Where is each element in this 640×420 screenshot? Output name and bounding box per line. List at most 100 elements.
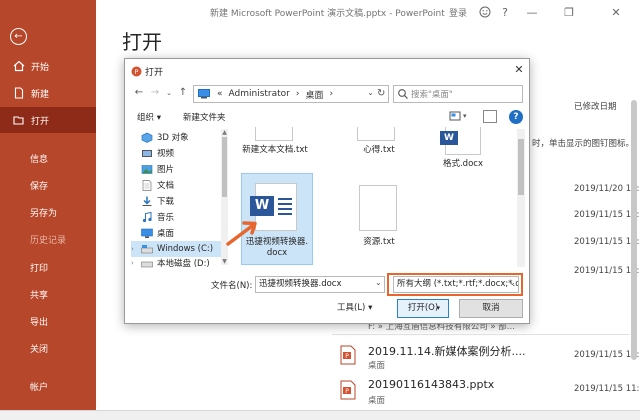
tools-button[interactable]: 工具(L) ▾ — [337, 301, 372, 313]
sidebar-item-history: 历史记录 — [0, 226, 96, 252]
tree-item-downloads[interactable]: 下载 — [131, 193, 225, 209]
tree-item-video[interactable]: 视频 — [131, 145, 225, 161]
3d-objects-icon — [141, 132, 153, 143]
view-options-icon[interactable] — [449, 110, 461, 122]
sidebar-item-account[interactable]: 帐户 — [0, 373, 96, 399]
home-icon — [13, 60, 25, 72]
chevron-down-icon[interactable]: ▾ — [463, 112, 467, 120]
recent-file-location: 桌面 — [368, 361, 386, 371]
pptx-file-icon: P — [340, 345, 356, 365]
tree-item-label: Windows (C:) — [157, 244, 214, 254]
tree-item-pictures[interactable]: 图片 — [131, 161, 225, 177]
file-label-line: docx — [266, 248, 288, 258]
recent-file-item[interactable]: P 2019.11.14.新媒体案例分析.... 桌面 — [340, 343, 630, 377]
scroll-down-icon[interactable]: ▼ — [221, 258, 228, 265]
up-arrow-icon[interactable]: ↑ — [177, 87, 189, 99]
minimize-icon[interactable]: — — [524, 4, 540, 20]
search-input[interactable]: 搜索"桌面" — [393, 85, 523, 103]
cancel-button[interactable]: 取消 — [459, 299, 523, 318]
forward-arrow-icon[interactable]: → — [149, 87, 161, 99]
horizontal-scrollbar[interactable] — [0, 410, 640, 420]
close-window-icon[interactable]: ✕ — [608, 4, 624, 20]
tree-item-label: 下载 — [157, 197, 175, 207]
open-file-dialog: P 打开 ✕ ← → ⌄ ↑ « Administrator › 桌面 › ⌄ … — [124, 58, 530, 324]
tree-item-documents[interactable]: 文档 — [131, 177, 225, 193]
login-link[interactable]: 登录 — [449, 6, 467, 19]
window-title: 新建 Microsoft PowerPoint 演示文稿.pptx - Powe… — [210, 9, 445, 19]
scroll-up-icon[interactable]: ▲ — [221, 129, 228, 136]
dialog-title: 打开 — [145, 68, 164, 78]
recent-locations-icon[interactable]: ⌄ — [163, 87, 175, 99]
tree-item-3d-objects[interactable]: 3D 对象 — [131, 129, 225, 145]
breadcrumb-sep[interactable]: › — [330, 89, 334, 99]
chevron-down-icon[interactable]: ⌄ — [509, 278, 516, 287]
drive-icon — [141, 258, 153, 269]
chevron-down-icon[interactable]: ⌄ — [367, 88, 374, 97]
tree-item-label: 本地磁盘 (D:) — [157, 259, 210, 269]
sidebar-item-new[interactable]: 新建 — [0, 80, 96, 106]
scroll-thumb[interactable] — [222, 137, 227, 197]
sidebar-item-home[interactable]: 开始 — [0, 53, 96, 79]
sidebar-item-info[interactable]: 信息 — [0, 145, 96, 171]
preview-pane-icon[interactable] — [483, 110, 497, 123]
chevron-down-icon[interactable]: ⌄ — [375, 278, 382, 287]
refresh-icon[interactable]: ↻ — [377, 88, 385, 99]
open-button[interactable]: 打开(O) ▾ — [397, 299, 449, 318]
sidebar-item-share[interactable]: 共享 — [0, 281, 96, 307]
tree-item-windows-c[interactable]: › Windows (C:) — [131, 241, 225, 257]
back-arrow-icon[interactable]: ← — [10, 28, 27, 45]
divider — [332, 334, 630, 335]
recent-file-item[interactable]: P 20190116143843.pptx 桌面 — [340, 378, 630, 412]
file-list: 新建文本文档.txt 心得.txt W 格式.docx W 迅捷视频转换器. d — [229, 127, 525, 269]
documents-icon — [141, 179, 153, 191]
open-button-label: 打开(O) — [407, 303, 439, 313]
dialog-close-icon[interactable]: ✕ — [513, 64, 525, 76]
window-titlebar: 新建 Microsoft PowerPoint 演示文稿.pptx - Powe… — [96, 0, 640, 24]
tree-item-label: 3D 对象 — [157, 133, 189, 143]
help-icon[interactable]: ? — [509, 110, 523, 124]
sidebar-item-print[interactable]: 打印 — [0, 254, 96, 280]
smiley-icon[interactable] — [477, 4, 493, 20]
file-list-scrollbar[interactable] — [517, 129, 525, 267]
pin-hint-text: 时，单击显示的图钉图标。 — [532, 139, 635, 149]
organize-button[interactable]: 组织 ▾ — [137, 111, 161, 123]
sidebar-item-label: 信息 — [30, 154, 49, 165]
new-doc-icon — [13, 87, 25, 99]
tree-item-local-disk-d[interactable]: › 本地磁盘 (D:) — [131, 257, 225, 269]
powerpoint-icon: P — [131, 66, 142, 77]
txt-file-icon — [357, 127, 395, 141]
sidebar-item-save-as[interactable]: 另存为 — [0, 199, 96, 225]
dialog-toolbar: 组织 ▾ 新建文件夹 ▾ ? — [125, 107, 529, 127]
column-header-modified[interactable]: 已修改日期 — [574, 100, 617, 112]
expand-icon: › — [131, 259, 134, 267]
search-icon — [398, 89, 408, 99]
download-icon — [141, 196, 153, 207]
breadcrumb-desktop[interactable]: 桌面 — [305, 88, 323, 101]
tree-item-desktop[interactable]: 桌面 — [131, 225, 225, 241]
page-title: 打开 — [122, 30, 162, 54]
breadcrumb-administrator[interactable]: Administrator — [229, 89, 290, 99]
sidebar-item-save[interactable]: 保存 — [0, 172, 96, 198]
chevron-down-icon[interactable]: ▾ — [436, 300, 440, 316]
new-folder-button[interactable]: 新建文件夹 — [183, 111, 226, 123]
sidebar-item-label: 共享 — [30, 290, 49, 301]
help-icon[interactable]: ? — [497, 4, 513, 20]
scroll-thumb[interactable] — [518, 139, 524, 195]
filename-input[interactable]: 迅捷视频转换器.docx — [255, 276, 385, 293]
file-label: 格式.docx — [442, 159, 483, 169]
sidebar-item-close[interactable]: 关闭 — [0, 335, 96, 361]
sidebar-item-open[interactable]: 打开 — [0, 107, 96, 133]
docx-file-icon: W — [440, 127, 481, 155]
main-scrollbar[interactable] — [631, 100, 637, 360]
sidebar-item-export[interactable]: 导出 — [0, 308, 96, 334]
restore-icon[interactable]: ❐ — [561, 4, 577, 20]
tree-item-label: 桌面 — [157, 229, 175, 239]
breadcrumb-sep: « — [217, 89, 223, 99]
address-bar[interactable]: « Administrator › 桌面 › ⌄ — [193, 85, 389, 103]
tree-item-music[interactable]: 音乐 — [131, 209, 225, 225]
breadcrumb-sep[interactable]: › — [296, 89, 300, 99]
txt-file-icon — [359, 185, 397, 231]
filetype-select[interactable]: 所有大纲 (*.txt;*.rtf;*.docx;*.do — [393, 276, 519, 293]
recent-file-location: 桌面 — [368, 396, 386, 406]
back-arrow-icon[interactable]: ← — [133, 87, 145, 99]
